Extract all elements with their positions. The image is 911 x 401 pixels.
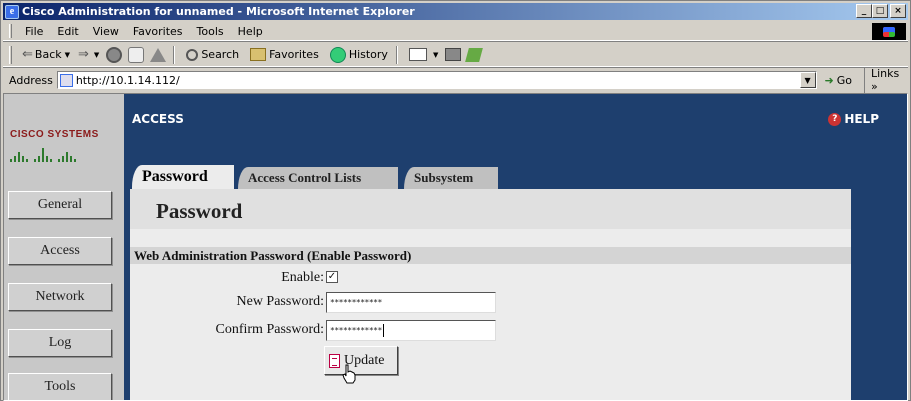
menu-tools[interactable]: Tools xyxy=(190,25,231,38)
address-dropdown-button[interactable]: ▼ xyxy=(799,72,816,88)
menu-bar: File Edit View Favorites Tools Help xyxy=(3,22,908,41)
chevron-down-icon: ▼ xyxy=(432,50,439,59)
sidebar-item-general[interactable]: General xyxy=(8,191,112,219)
window-controls: _ □ × xyxy=(856,4,906,18)
password-panel: Password Web Administration Password (En… xyxy=(130,189,851,400)
go-arrow-icon: ➜ xyxy=(824,73,834,87)
menu-favorites[interactable]: Favorites xyxy=(126,25,190,38)
go-button[interactable]: ➜ Go xyxy=(825,74,852,87)
sidebar-item-access[interactable]: Access xyxy=(8,237,112,265)
chevron-down-icon: ▼ xyxy=(93,50,100,59)
section-subheading: Web Administration Password (Enable Pass… xyxy=(130,247,851,264)
page-content: CISCO SYSTEMS General Access Network Log… xyxy=(3,93,908,401)
window-title: Cisco Administration for unnamed - Micro… xyxy=(22,5,415,18)
toolbar-separator xyxy=(173,45,176,64)
ie-icon: e xyxy=(5,4,19,19)
title-bar: e Cisco Administration for unnamed - Mic… xyxy=(3,3,908,20)
help-link[interactable]: ? HELP xyxy=(828,112,879,126)
browser-window: e Cisco Administration for unnamed - Mic… xyxy=(0,0,911,401)
brand-name: CISCO SYSTEMS xyxy=(10,129,99,140)
sidebar-item-network[interactable]: Network xyxy=(8,283,112,311)
sidebar: CISCO SYSTEMS General Access Network Log… xyxy=(4,94,124,400)
history-icon xyxy=(329,46,346,63)
hand-cursor-icon xyxy=(342,364,356,384)
tab-password[interactable]: Password xyxy=(132,165,234,189)
cisco-bars-icon xyxy=(10,144,99,162)
toolbar-separator xyxy=(395,45,398,64)
sidebar-item-log[interactable]: Log xyxy=(8,329,112,357)
confirm-password-field[interactable]: ************ xyxy=(326,320,496,341)
address-bar: Address http://10.1.14.112/ ▼ ➜ Go Links… xyxy=(3,67,908,93)
tab-access-control-lists[interactable]: Access Control Lists xyxy=(238,167,398,189)
main-area: ACCESS ? HELP Password Access Control Li… xyxy=(124,94,907,400)
confirm-password-label: Confirm Password: xyxy=(215,322,325,337)
tab-subsystem[interactable]: Subsystem xyxy=(404,167,498,189)
enable-label: Enable: xyxy=(281,270,324,285)
search-button[interactable]: Search xyxy=(179,45,243,65)
back-arrow-icon: ⇐ xyxy=(22,47,33,62)
close-button[interactable]: × xyxy=(890,4,906,18)
cisco-logo: CISCO SYSTEMS xyxy=(10,129,99,162)
menu-view[interactable]: View xyxy=(86,25,126,38)
new-password-field[interactable]: ************ xyxy=(326,292,496,313)
page-icon xyxy=(59,73,73,87)
document-icon xyxy=(329,353,340,368)
refresh-icon[interactable] xyxy=(128,46,145,63)
address-label: Address xyxy=(9,73,53,87)
edit-icon[interactable] xyxy=(465,47,484,62)
help-icon: ? xyxy=(828,112,842,126)
panel-heading: Password xyxy=(130,189,851,229)
windows-logo-icon xyxy=(872,23,906,40)
forward-button[interactable]: ⇒ ▼ xyxy=(74,45,103,65)
mail-icon xyxy=(408,48,427,61)
back-button[interactable]: ⇐ Back ▼ xyxy=(18,45,74,65)
menu-file[interactable]: File xyxy=(18,25,50,38)
favorites-button[interactable]: Favorites xyxy=(243,45,323,65)
menubar-grip xyxy=(9,24,12,38)
print-icon[interactable] xyxy=(445,48,462,61)
enable-checkbox[interactable]: ✓ xyxy=(326,271,338,283)
history-button[interactable]: History xyxy=(323,45,392,65)
maximize-button[interactable]: □ xyxy=(872,4,888,18)
forward-arrow-icon: ⇒ xyxy=(78,47,89,62)
links-button[interactable]: Links » xyxy=(864,67,908,93)
update-button[interactable]: Update xyxy=(324,346,398,375)
menu-help[interactable]: Help xyxy=(231,25,270,38)
new-password-label: New Password: xyxy=(236,294,325,309)
mail-button[interactable]: ▼ xyxy=(402,45,442,65)
stop-icon[interactable] xyxy=(106,46,123,63)
favorites-icon xyxy=(250,48,267,61)
sidebar-item-tools[interactable]: Tools xyxy=(8,373,112,400)
text-caret xyxy=(382,324,384,337)
toolbar: ⇐ Back ▼ ⇒ ▼ Search Favorites History ▼ xyxy=(3,43,908,67)
address-input[interactable]: http://10.1.14.112/ ▼ xyxy=(56,71,817,89)
home-icon[interactable] xyxy=(150,47,167,62)
page-title: Password xyxy=(156,199,243,223)
section-title: ACCESS xyxy=(132,112,184,126)
chevron-down-icon: ▼ xyxy=(64,50,71,59)
toolbar-grip xyxy=(9,45,12,64)
address-url: http://10.1.14.112/ xyxy=(75,73,180,87)
menu-edit[interactable]: Edit xyxy=(50,25,85,38)
search-icon xyxy=(186,48,199,61)
minimize-button[interactable]: _ xyxy=(856,4,872,18)
